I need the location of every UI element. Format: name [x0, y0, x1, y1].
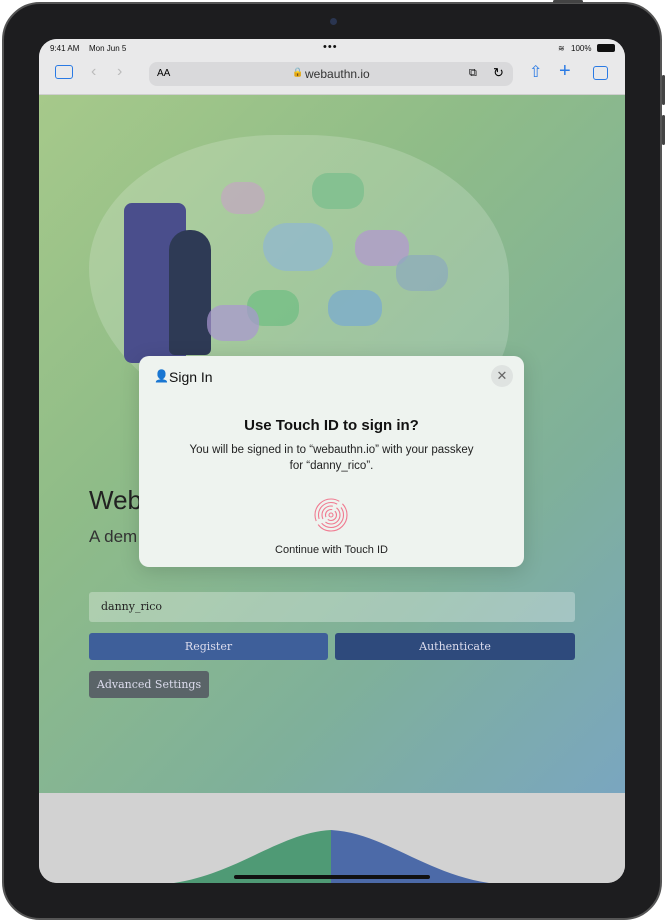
new-tab-icon[interactable]: + — [559, 60, 571, 83]
authenticate-button[interactable]: Authenticate — [335, 633, 575, 660]
advanced-settings-button[interactable]: Advanced Settings — [89, 671, 209, 698]
sidebar-icon[interactable] — [55, 65, 73, 79]
page-subtitle: A dem — [89, 527, 138, 546]
reload-icon[interactable]: ↻ — [493, 65, 504, 81]
calendar-bubble — [221, 182, 265, 214]
passkey-icon: 👤 — [154, 369, 169, 383]
address-bar[interactable]: AA 🔒 webauthn.io ⧉ ↻ — [149, 62, 513, 86]
top-button — [553, 0, 583, 3]
browser-toolbar: ‹ › AA 🔒 webauthn.io ⧉ ↻ ⇧ + — [39, 59, 625, 95]
fingerprint-icon[interactable] — [313, 497, 349, 533]
forward-icon[interactable]: › — [117, 63, 122, 81]
mail-bubble — [263, 223, 333, 271]
photo-bubble — [396, 255, 448, 291]
battery-level: 100% — [571, 44, 592, 53]
camera — [330, 18, 337, 25]
volume-up-button — [662, 75, 665, 105]
wifi-icon: ≋ — [558, 44, 565, 53]
volume-down-button — [662, 115, 665, 145]
tabs-icon[interactable] — [593, 66, 608, 80]
footer-section — [39, 793, 625, 883]
dialog-message-1: You will be signed in to “webauthn.io” w… — [189, 444, 474, 456]
folder-bubble — [328, 290, 382, 326]
dialog-header: Sign In — [169, 369, 213, 385]
status-time: 9:41 AM — [50, 44, 80, 53]
back-icon[interactable]: ‹ — [91, 63, 96, 81]
continue-touch-id[interactable]: Continue with Touch ID — [139, 544, 524, 556]
share-icon[interactable]: ⇧ — [529, 62, 542, 82]
screen: 9:41 AM Mon Jun 5 ••• ≋ 100% ‹ › AA 🔒 we… — [39, 39, 625, 883]
hill-illustration — [174, 830, 489, 883]
close-button[interactable]: ✕ — [491, 365, 513, 387]
extension-icon[interactable]: ⧉ — [469, 67, 477, 80]
url-text[interactable]: webauthn.io — [305, 67, 370, 81]
status-date: Mon Jun 5 — [89, 44, 127, 53]
page-title: Web — [89, 485, 142, 515]
passkey-dialog: 👤 Sign In ✕ Use Touch ID to sign in? You… — [139, 356, 524, 567]
text-size-button[interactable]: AA — [157, 68, 170, 79]
lock-icon: 🔒 — [292, 67, 304, 77]
status-bar: 9:41 AM Mon Jun 5 ••• ≋ 100% — [39, 39, 625, 59]
register-button[interactable]: Register — [89, 633, 328, 660]
multitasking-dots[interactable]: ••• — [323, 41, 338, 53]
dialog-message-2: for “danny_rico”. — [289, 460, 374, 472]
dialog-heading: Use Touch ID to sign in? — [244, 417, 419, 434]
home-indicator[interactable] — [234, 875, 430, 879]
chart-bubble — [207, 305, 259, 341]
battery-icon — [597, 44, 615, 52]
person-illustration — [169, 230, 211, 355]
window-bubble — [312, 173, 364, 209]
username-input[interactable]: danny_rico — [89, 592, 575, 622]
